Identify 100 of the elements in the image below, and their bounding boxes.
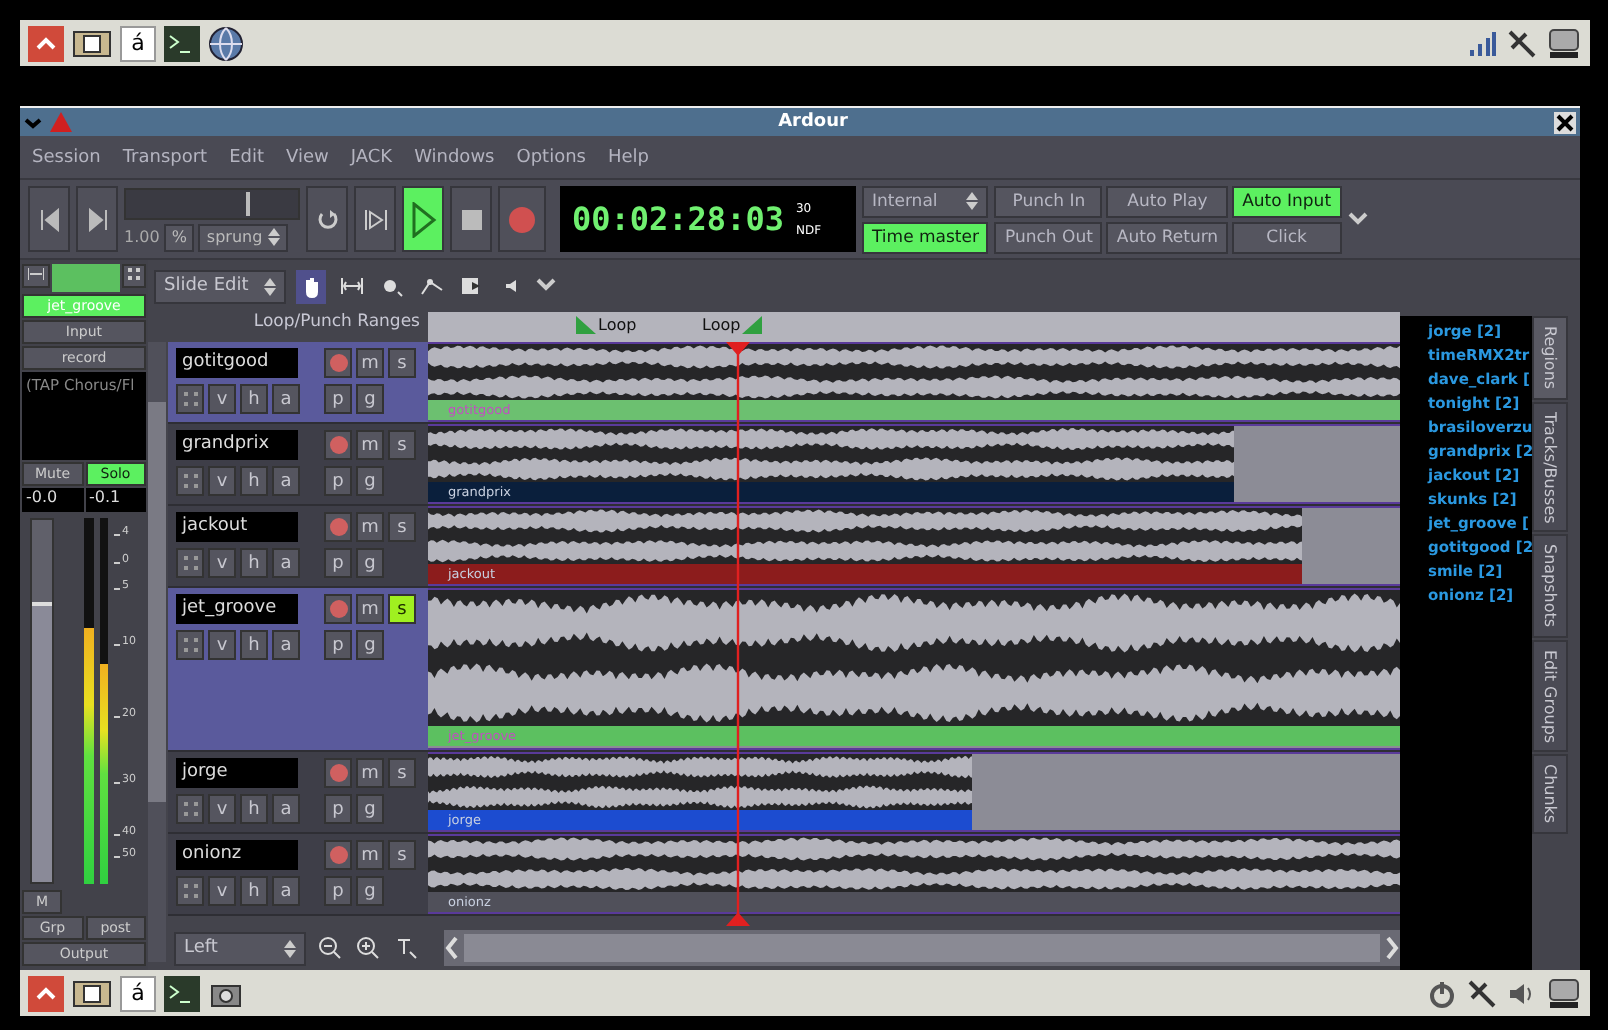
edit-mode-dropdown[interactable]: Slide Edit [154,269,286,303]
track-option-button[interactable]: p [324,384,352,414]
globe-icon[interactable] [208,25,244,61]
track-option-button[interactable]: g [356,548,384,578]
track-name-field[interactable]: jackout [176,512,298,542]
track-view-button[interactable]: h [240,384,268,414]
launcher-icon[interactable] [28,25,64,61]
track-view-button[interactable]: v [208,794,236,824]
menu-item[interactable]: Edit [229,147,265,167]
track-view-button[interactable]: a [272,548,300,578]
track-header[interactable]: jackout v h a m s p g [168,506,428,586]
transport-option-button[interactable]: Auto Play [1106,185,1229,217]
track-options-button[interactable] [176,630,204,660]
track-header[interactable]: jorge v h a m s p g [168,752,428,832]
unit-button[interactable]: % [163,223,195,251]
track-option-button[interactable]: p [324,630,352,660]
record-arm-button[interactable] [324,348,352,378]
mute-button[interactable]: m [356,512,384,542]
menu-item[interactable]: Help [607,147,650,167]
track-option-button[interactable]: p [324,794,352,824]
goto-end-button[interactable] [76,186,118,252]
marker-label[interactable]: Loop [702,316,741,334]
terminal-icon[interactable] [164,25,200,61]
side-tab[interactable]: Edit Groups [1532,639,1568,753]
keyboard-layout-button[interactable]: á [120,25,156,61]
side-tab[interactable]: Tracks/Busses [1532,401,1568,533]
track-option-button[interactable]: g [356,466,384,496]
launcher-icon[interactable] [28,975,64,1011]
menu-item[interactable]: Transport [122,147,208,167]
solo-button[interactable]: s [388,430,416,460]
chevron-down-icon[interactable] [536,278,556,294]
track-view-button[interactable]: a [272,466,300,496]
track-options-button[interactable] [176,384,204,414]
track-header[interactable]: onionz v h a m s p g [168,834,428,914]
marker-flag-icon[interactable] [576,316,596,334]
track-view-button[interactable]: h [240,876,268,906]
waveform-drawing[interactable] [428,508,1303,564]
menu-item[interactable]: View [286,147,329,167]
stop-button[interactable] [450,186,492,252]
track-view-button[interactable]: h [240,794,268,824]
track-name-field[interactable]: gotitgood [176,348,298,378]
track-header[interactable]: grandprix v h a m s p g [168,424,428,504]
track-view-button[interactable]: v [208,876,236,906]
menu-item[interactable]: Session [32,147,101,167]
chevron-down-icon[interactable] [24,113,42,131]
track-option-button[interactable]: g [356,794,384,824]
menu-item[interactable]: JACK [350,147,393,167]
track-view-button[interactable]: v [208,630,236,660]
time-master-button[interactable]: Time master [862,221,989,253]
horizontal-scrollbar[interactable] [444,930,1400,966]
track-view-button[interactable]: a [272,630,300,660]
menu-item[interactable]: Windows [414,147,495,167]
track-view-button[interactable]: h [240,466,268,496]
track-view-button[interactable]: v [208,466,236,496]
mute-button[interactable]: m [356,430,384,460]
solo-button[interactable]: s [388,758,416,788]
play-button[interactable] [402,186,444,252]
record-arm-button[interactable] [324,840,352,870]
track-name-field[interactable]: grandprix [176,430,298,460]
track-view-button[interactable]: a [272,794,300,824]
zoom-focus-dropdown[interactable]: Left [174,931,306,965]
solo-button[interactable]: s [388,348,416,378]
solo-button[interactable]: s [388,840,416,870]
mute-button[interactable]: m [356,594,384,624]
track-options-button[interactable] [176,794,204,824]
goto-start-button[interactable] [28,186,70,252]
mute-button[interactable]: m [356,348,384,378]
gain-display[interactable]: -0.0 [22,488,83,512]
transport-option-button[interactable]: Punch In [994,185,1103,217]
waveform-drawing[interactable] [428,590,1400,726]
play-range-button[interactable] [354,186,396,252]
track-option-button[interactable]: p [324,876,352,906]
transport-option-button[interactable]: Click [1232,221,1342,253]
close-icon[interactable] [1554,111,1576,133]
track-header[interactable]: gotitgood v h a m s p g [168,342,428,422]
shuttle-slider[interactable] [124,187,300,219]
transport-option-button[interactable]: Auto Return [1106,221,1229,253]
track-option-button[interactable]: p [324,548,352,578]
mute-button[interactable]: m [356,758,384,788]
track-header[interactable]: jet_groove v h a m s p g [168,588,428,750]
track-view-button[interactable]: h [240,548,268,578]
side-tab[interactable]: Regions [1532,316,1568,400]
track-view-button[interactable]: v [208,384,236,414]
solo-button[interactable]: s [388,512,416,542]
film-icon[interactable] [72,975,112,1011]
shuttle-mode-dropdown[interactable]: sprung [198,223,289,251]
record-arm-button[interactable] [324,758,352,788]
gain-fader[interactable] [30,518,55,884]
track-view-button[interactable]: v [208,548,236,578]
track-option-button[interactable]: p [324,466,352,496]
chevron-down-icon[interactable] [1347,211,1368,227]
loop-button[interactable] [306,186,348,252]
playhead-drawing[interactable] [726,342,750,926]
tool-button[interactable] [296,269,326,303]
marker-label[interactable]: Loop [598,316,637,334]
film-icon[interactable] [72,25,112,61]
track-option-button[interactable]: g [356,384,384,414]
vertical-scrollbar[interactable] [148,342,166,962]
record-arm-button[interactable] [324,594,352,624]
side-tab[interactable]: Snapshots [1532,534,1568,638]
